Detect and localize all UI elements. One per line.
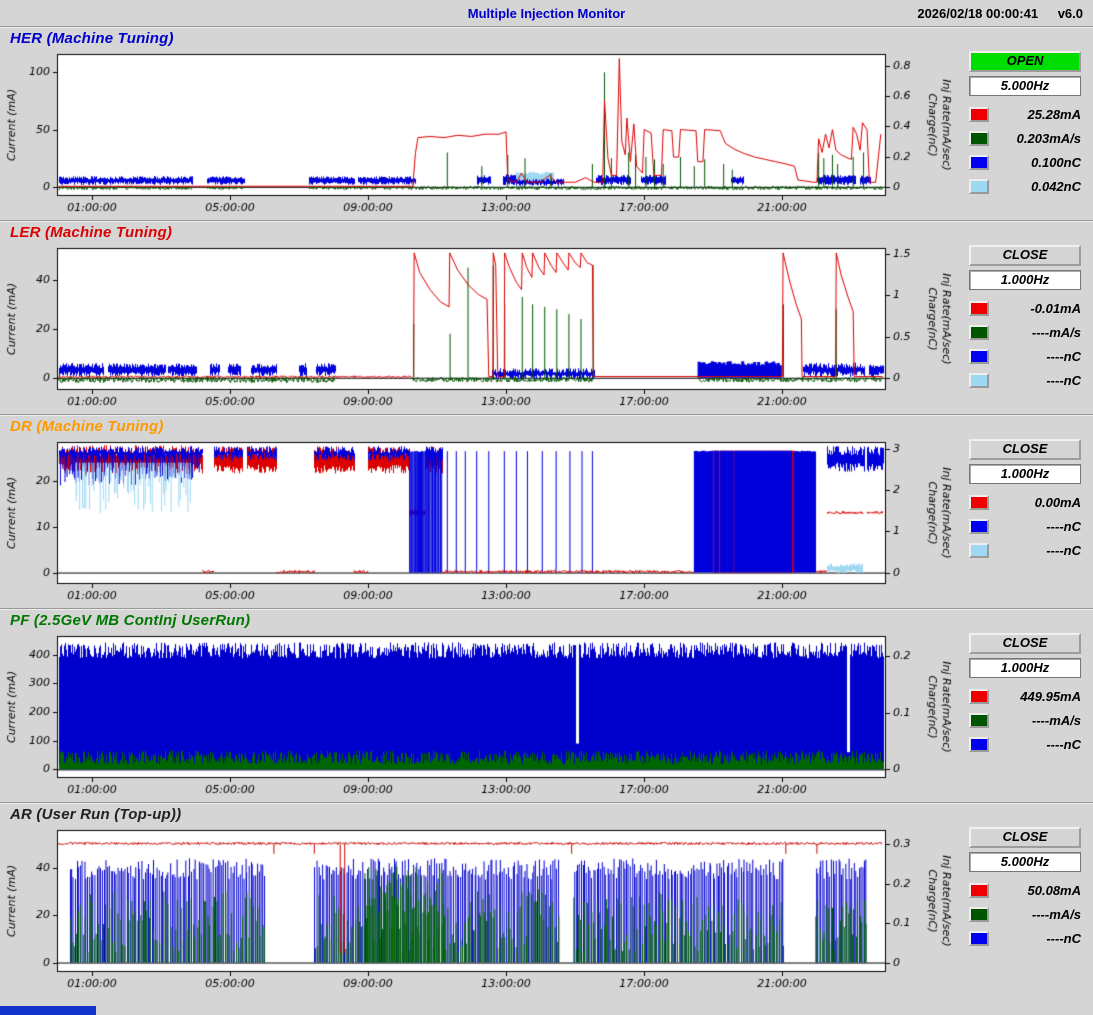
panel-title: AR (User Run (Top-up)) <box>10 806 181 823</box>
legend-row: -0.01mA <box>969 296 1081 320</box>
her-side-panel: OPEN 5.000Hz 25.28mA 0.203mA/s 0.100nC 0 <box>958 48 1093 220</box>
charge-color-swatch <box>969 349 989 364</box>
charge-value: ----nC <box>989 931 1081 946</box>
charge2-value: ----nC <box>989 373 1081 388</box>
her-legend: 25.28mA 0.203mA/s 0.100nC 0.042nC <box>969 102 1081 198</box>
inj-rate-value: 0.203mA/s <box>989 131 1081 146</box>
dr-injection-rate-display: 1.000Hz <box>969 464 1081 484</box>
current-value: -0.01mA <box>989 301 1081 316</box>
bottom-strip <box>0 996 1093 1015</box>
current-color-swatch <box>969 883 989 898</box>
ar-shutter-status-button[interactable]: CLOSE <box>969 827 1081 848</box>
legend-row: 0.042nC <box>969 174 1081 198</box>
pf-strip-chart <box>0 630 958 802</box>
legend-row: ----nC <box>969 368 1081 392</box>
her-strip-chart <box>0 48 958 220</box>
charge2-value: 0.042nC <box>989 179 1081 194</box>
panel-dr-titlebar: DR (Machine Tuning) <box>0 414 1093 436</box>
ar-legend: 50.08mA ----mA/s ----nC <box>969 878 1081 950</box>
charge-color-swatch <box>969 519 989 534</box>
panel-ler: LER (Machine Tuning) CLOSE 1.000Hz -0.01… <box>0 220 1093 414</box>
bottom-blue-box <box>0 1006 96 1015</box>
version: v6.0 <box>1058 6 1083 21</box>
legend-row: 0.203mA/s <box>969 126 1081 150</box>
datetime: 2026/02/18 00:00:41 <box>917 6 1038 21</box>
ler-strip-chart <box>0 242 958 414</box>
pf-legend: 449.95mA ----mA/s ----nC <box>969 684 1081 756</box>
legend-row: 0.00mA <box>969 490 1081 514</box>
ar-strip-chart <box>0 824 958 996</box>
dr-shutter-status-button[interactable]: CLOSE <box>969 439 1081 460</box>
pf-shutter-status-button[interactable]: CLOSE <box>969 633 1081 654</box>
legend-row: ----mA/s <box>969 708 1081 732</box>
ler-side-panel: CLOSE 1.000Hz -0.01mA ----mA/s ----nC -- <box>958 242 1093 414</box>
legend-row: ----nC <box>969 926 1081 950</box>
charge-value: ----nC <box>989 737 1081 752</box>
legend-row: ----nC <box>969 538 1081 562</box>
her-injection-rate-display: 5.000Hz <box>969 76 1081 96</box>
legend-row: ----mA/s <box>969 902 1081 926</box>
ler-injection-rate-display: 1.000Hz <box>969 270 1081 290</box>
ler-shutter-status-button[interactable]: CLOSE <box>969 245 1081 266</box>
panel-her-titlebar: HER (Machine Tuning) <box>0 26 1093 48</box>
dr-side-panel: CLOSE 1.000Hz 0.00mA ----nC ----nC <box>958 436 1093 608</box>
legend-row: ----nC <box>969 514 1081 538</box>
panel-pf: PF (2.5GeV MB ContInj UserRun) CLOSE 1.0… <box>0 608 1093 802</box>
ler-legend: -0.01mA ----mA/s ----nC ----nC <box>969 296 1081 392</box>
charge-color-swatch <box>969 931 989 946</box>
inj-rate-color-swatch <box>969 713 989 728</box>
legend-row: ----mA/s <box>969 320 1081 344</box>
charge-color-swatch <box>969 155 989 170</box>
panel-ler-titlebar: LER (Machine Tuning) <box>0 220 1093 242</box>
charge-value: ----nC <box>989 519 1081 534</box>
current-value: 25.28mA <box>989 107 1081 122</box>
charge2-color-swatch <box>969 543 989 558</box>
charge-value: 0.100nC <box>989 155 1081 170</box>
current-color-swatch <box>969 495 989 510</box>
current-color-swatch <box>969 107 989 122</box>
inj-rate-value: ----mA/s <box>989 713 1081 728</box>
pf-side-panel: CLOSE 1.000Hz 449.95mA ----mA/s ----nC <box>958 630 1093 802</box>
inj-rate-color-swatch <box>969 325 989 340</box>
ar-side-panel: CLOSE 5.000Hz 50.08mA ----mA/s ----nC <box>958 824 1093 996</box>
current-color-swatch <box>969 689 989 704</box>
pf-injection-rate-display: 1.000Hz <box>969 658 1081 678</box>
panel-ar: AR (User Run (Top-up)) CLOSE 5.000Hz 50.… <box>0 802 1093 996</box>
current-value: 0.00mA <box>989 495 1081 510</box>
panel-title: PF (2.5GeV MB ContInj UserRun) <box>10 612 250 629</box>
legend-row: ----nC <box>969 344 1081 368</box>
panel-title: LER (Machine Tuning) <box>10 224 172 241</box>
charge2-value: ----nC <box>989 543 1081 558</box>
current-color-swatch <box>969 301 989 316</box>
charge2-color-swatch <box>969 373 989 388</box>
legend-row: 449.95mA <box>969 684 1081 708</box>
inj-rate-color-swatch <box>969 907 989 922</box>
inj-rate-value: ----mA/s <box>989 907 1081 922</box>
charge-value: ----nC <box>989 349 1081 364</box>
inj-rate-color-swatch <box>969 131 989 146</box>
inj-rate-value: ----mA/s <box>989 325 1081 340</box>
dr-legend: 0.00mA ----nC ----nC <box>969 490 1081 562</box>
header: Multiple Injection Monitor 2026/02/18 00… <box>0 0 1093 26</box>
panel-title: HER (Machine Tuning) <box>10 30 174 47</box>
legend-row: 50.08mA <box>969 878 1081 902</box>
ar-injection-rate-display: 5.000Hz <box>969 852 1081 872</box>
legend-row: ----nC <box>969 732 1081 756</box>
panel-title: DR (Machine Tuning) <box>10 418 164 435</box>
header-datetime-version: 2026/02/18 00:00:41 v6.0 <box>917 6 1083 21</box>
dr-strip-chart <box>0 436 958 608</box>
her-shutter-status-button[interactable]: OPEN <box>969 51 1081 72</box>
current-value: 449.95mA <box>989 689 1081 704</box>
legend-row: 25.28mA <box>969 102 1081 126</box>
panel-pf-titlebar: PF (2.5GeV MB ContInj UserRun) <box>0 608 1093 630</box>
legend-row: 0.100nC <box>969 150 1081 174</box>
current-value: 50.08mA <box>989 883 1081 898</box>
charge-color-swatch <box>969 737 989 752</box>
panel-ar-titlebar: AR (User Run (Top-up)) <box>0 802 1093 824</box>
charge2-color-swatch <box>969 179 989 194</box>
panel-dr: DR (Machine Tuning) CLOSE 1.000Hz 0.00mA… <box>0 414 1093 608</box>
panel-her: HER (Machine Tuning) OPEN 5.000Hz 25.28m… <box>0 26 1093 220</box>
